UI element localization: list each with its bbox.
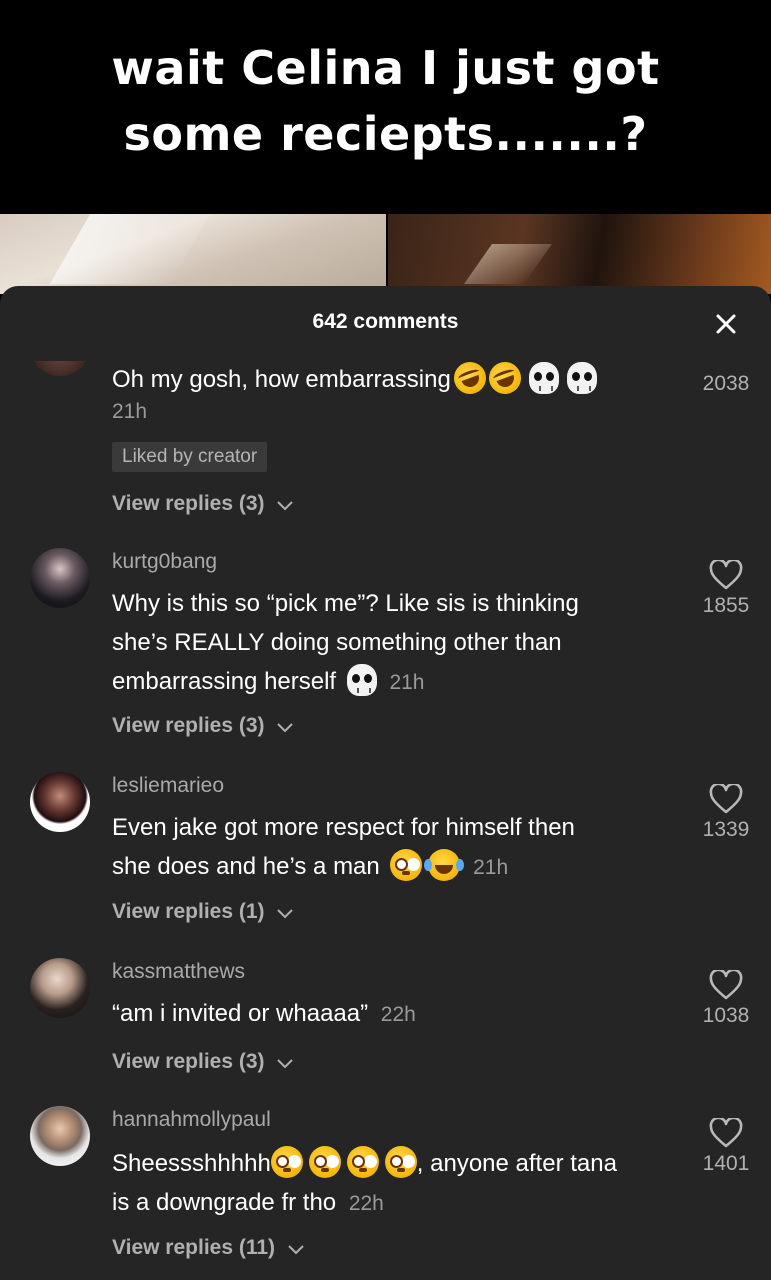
- comment-text: Sheessshhhhh, anyone after tana is a dow…: [112, 1144, 692, 1223]
- like-count: 1855: [702, 594, 750, 617]
- comment-username[interactable]: kassmatthews: [112, 960, 245, 984]
- video-frame-left: [0, 214, 386, 294]
- avatar[interactable]: [30, 548, 90, 608]
- video-frame-right: [388, 214, 771, 294]
- like-count: 1401: [702, 1152, 750, 1175]
- chevron-down-icon: [277, 1059, 294, 1069]
- view-replies-button[interactable]: View replies (1): [112, 900, 294, 924]
- chevron-down-icon: [277, 501, 294, 511]
- comment-username[interactable]: kurtg0bang: [112, 550, 217, 574]
- view-replies-button[interactable]: View replies (11): [112, 1236, 305, 1260]
- flushed-emoji-icon: [384, 1146, 417, 1178]
- rofl-emoji-icon: [484, 357, 526, 399]
- heart-icon: [709, 970, 743, 1000]
- comment-username[interactable]: hannahmollypaul: [112, 1108, 271, 1132]
- comment-time: 22h: [348, 1192, 384, 1215]
- skull-emoji-icon: [566, 362, 597, 394]
- comment-username[interactable]: lesliemarieo: [112, 774, 224, 798]
- view-replies-button[interactable]: View replies (3): [112, 1050, 294, 1074]
- liked-by-creator-badge: Liked by creator: [112, 442, 268, 472]
- chevron-down-icon: [277, 909, 294, 919]
- heart-icon: [709, 560, 743, 590]
- flushed-emoji-icon: [390, 849, 423, 881]
- joy-emoji-icon: [424, 849, 461, 881]
- close-icon[interactable]: [710, 308, 742, 340]
- comment-time: 21h: [473, 856, 509, 879]
- flushed-emoji-icon: [270, 1146, 303, 1178]
- like-count: 2038: [702, 372, 750, 395]
- comment-text: “am i invited or whaaaa” 22h: [112, 1000, 416, 1027]
- caption-text: wait Celina I just got some reciepts....…: [111, 41, 660, 161]
- avatar[interactable]: [30, 772, 90, 832]
- comments-count-title: 642 comments: [312, 310, 459, 333]
- comment-time: 22h: [380, 1003, 416, 1026]
- comment-time: 21h: [389, 671, 425, 694]
- avatar[interactable]: [30, 958, 90, 1018]
- view-replies-button[interactable]: View replies (3): [112, 492, 294, 516]
- rofl-emoji-icon: [449, 357, 491, 399]
- flushed-emoji-icon: [308, 1146, 341, 1178]
- like-button[interactable]: 1038: [690, 970, 762, 1028]
- heart-icon: [709, 784, 743, 814]
- skull-emoji-icon: [528, 362, 559, 394]
- heart-icon: [709, 1118, 743, 1148]
- flushed-emoji-icon: [346, 1146, 379, 1178]
- chevron-down-icon: [288, 1245, 304, 1255]
- comment-text: Why is this so “pick me”? Like sis is th…: [112, 590, 579, 696]
- comments-header: 642 comments: [0, 286, 771, 360]
- skull-emoji-icon: [346, 664, 377, 696]
- like-button[interactable]: 1401: [690, 1118, 762, 1176]
- like-button[interactable]: 2038: [690, 368, 762, 396]
- comment-time: 21h: [112, 400, 148, 423]
- avatar[interactable]: [30, 1106, 90, 1166]
- chevron-down-icon: [277, 723, 294, 733]
- like-count: 1339: [702, 818, 750, 841]
- like-button[interactable]: 1339: [690, 784, 762, 842]
- video-preview[interactable]: [0, 214, 771, 294]
- video-caption: wait Celina I just got some reciepts....…: [0, 0, 771, 214]
- comment-text: Oh my gosh, how embarrassing: [112, 357, 672, 399]
- comment-text: Even jake got more respect for himself t…: [112, 814, 575, 881]
- like-count: 1038: [702, 1004, 750, 1027]
- like-button[interactable]: 1855: [690, 560, 762, 618]
- view-replies-button[interactable]: View replies (3): [112, 714, 294, 738]
- comments-sheet: 642 comments Oh my gosh, how embarrassin…: [0, 286, 771, 1280]
